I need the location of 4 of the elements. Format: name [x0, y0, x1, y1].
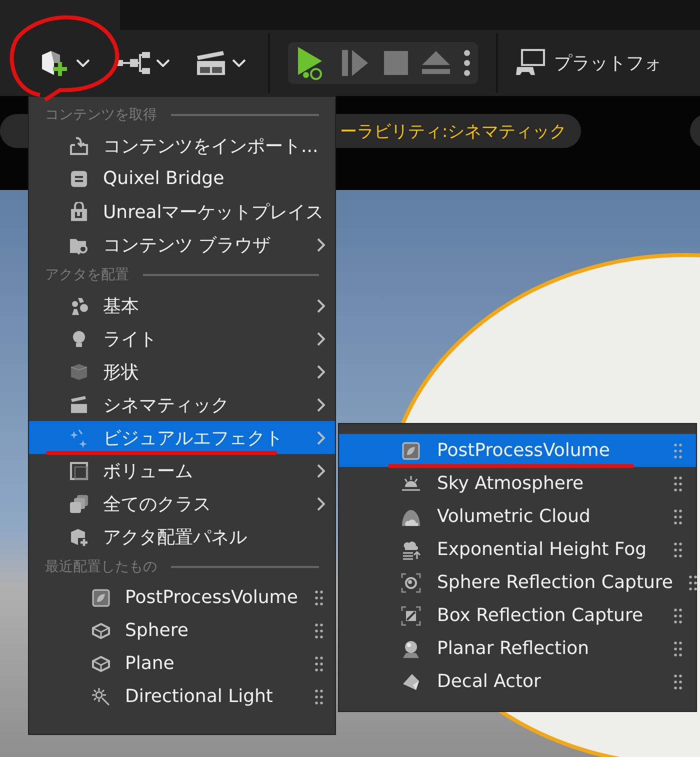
view-mode-label: ーラビリティ:シネマティック: [340, 120, 567, 142]
section-heading: アクタを配置: [45, 266, 129, 284]
section-heading: 最近配置したもの: [45, 558, 157, 576]
section-heading: コンテンツを取得: [45, 106, 157, 124]
